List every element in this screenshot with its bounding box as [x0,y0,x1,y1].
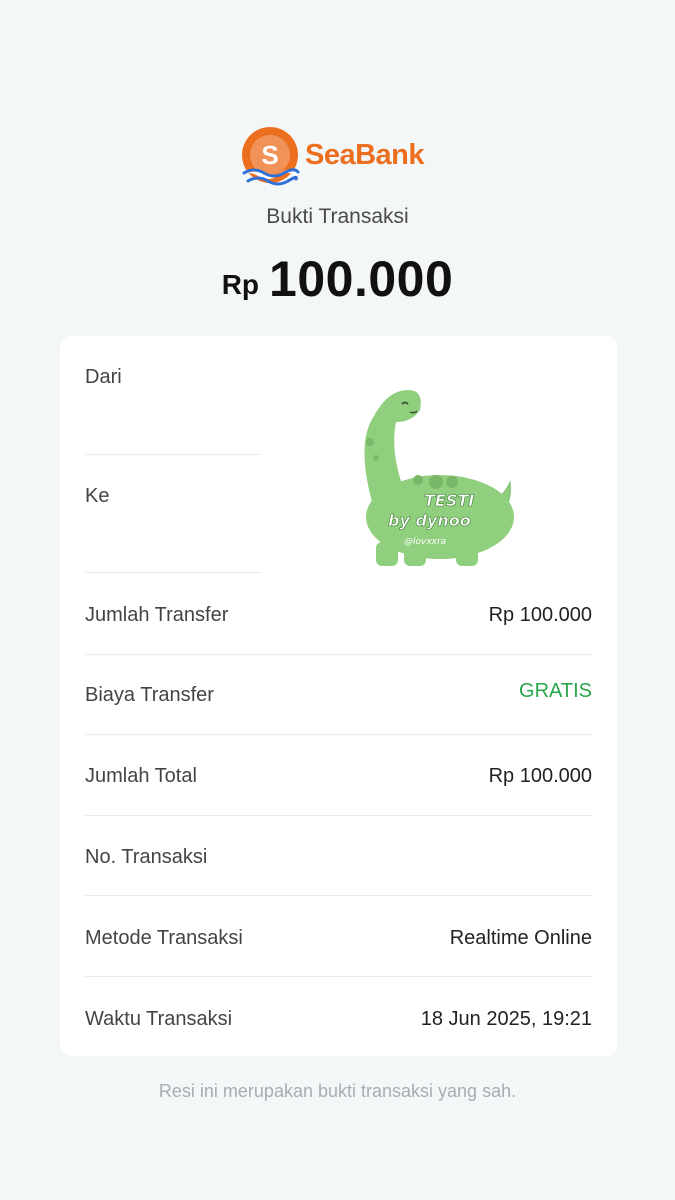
page-title: Bukti Transaksi [266,205,409,228]
divider [85,654,592,655]
detail-label: Waktu Transaksi [85,1008,233,1030]
detail-row: Waktu Transaksi 18 Jun 2025, 19:21 [85,1008,592,1038]
fee-value: GRATIS [519,680,592,702]
detail-label: Jumlah Total [85,765,197,787]
detail-label: Jumlah Transfer [85,604,229,626]
detail-value: Rp 100.000 [488,604,592,626]
detail-row: Biaya Transfer GRATIS [85,680,592,714]
footer-note: Resi ini merupakan bukti transaksi yang … [158,1081,517,1101]
detail-row: Metode Transaksi Realtime Online [85,927,592,957]
amount-value: 100.000 [269,251,454,307]
dinosaur-sticker-icon: TESTI by dynoo @lovxxra [364,390,514,566]
from-label: Dari [85,366,122,388]
detail-value: Rp 100.000 [488,765,592,787]
sticker-line1: TESTI [424,491,474,510]
seabank-logo-icon: S [242,127,300,186]
detail-value: Realtime Online [449,927,592,949]
amount-currency: Rp [221,269,260,300]
detail-label: No. Transaksi [85,846,208,868]
logo-mark-letter: S [261,140,278,170]
detail-label: Metode Transaksi [85,927,243,949]
detail-row: Jumlah Transfer Rp 100.000 [85,604,592,634]
brand-name: SeaBank [305,138,425,171]
seabank-logo: S SeaBank [240,126,425,188]
transaction-details-card: Dari Ke TESTI by dynoo @lovxxra Jumlah T… [60,336,617,1056]
detail-row: No. Transaksi [85,846,592,876]
detail-value: 18 Jun 2025, 19:21 [420,1008,592,1030]
divider [85,815,592,816]
sticker-line2: by dynoo [388,511,471,530]
detail-row: Jumlah Total Rp 100.000 [85,765,592,795]
divider [85,454,262,455]
sticker-handle: @lovxxra [404,537,446,547]
divider [85,895,592,896]
transaction-amount: Rp 100.000 [0,250,675,308]
detail-label: Biaya Transfer [85,684,214,706]
divider [85,734,592,735]
divider [85,976,592,977]
divider [85,572,262,573]
to-label: Ke [85,485,110,507]
